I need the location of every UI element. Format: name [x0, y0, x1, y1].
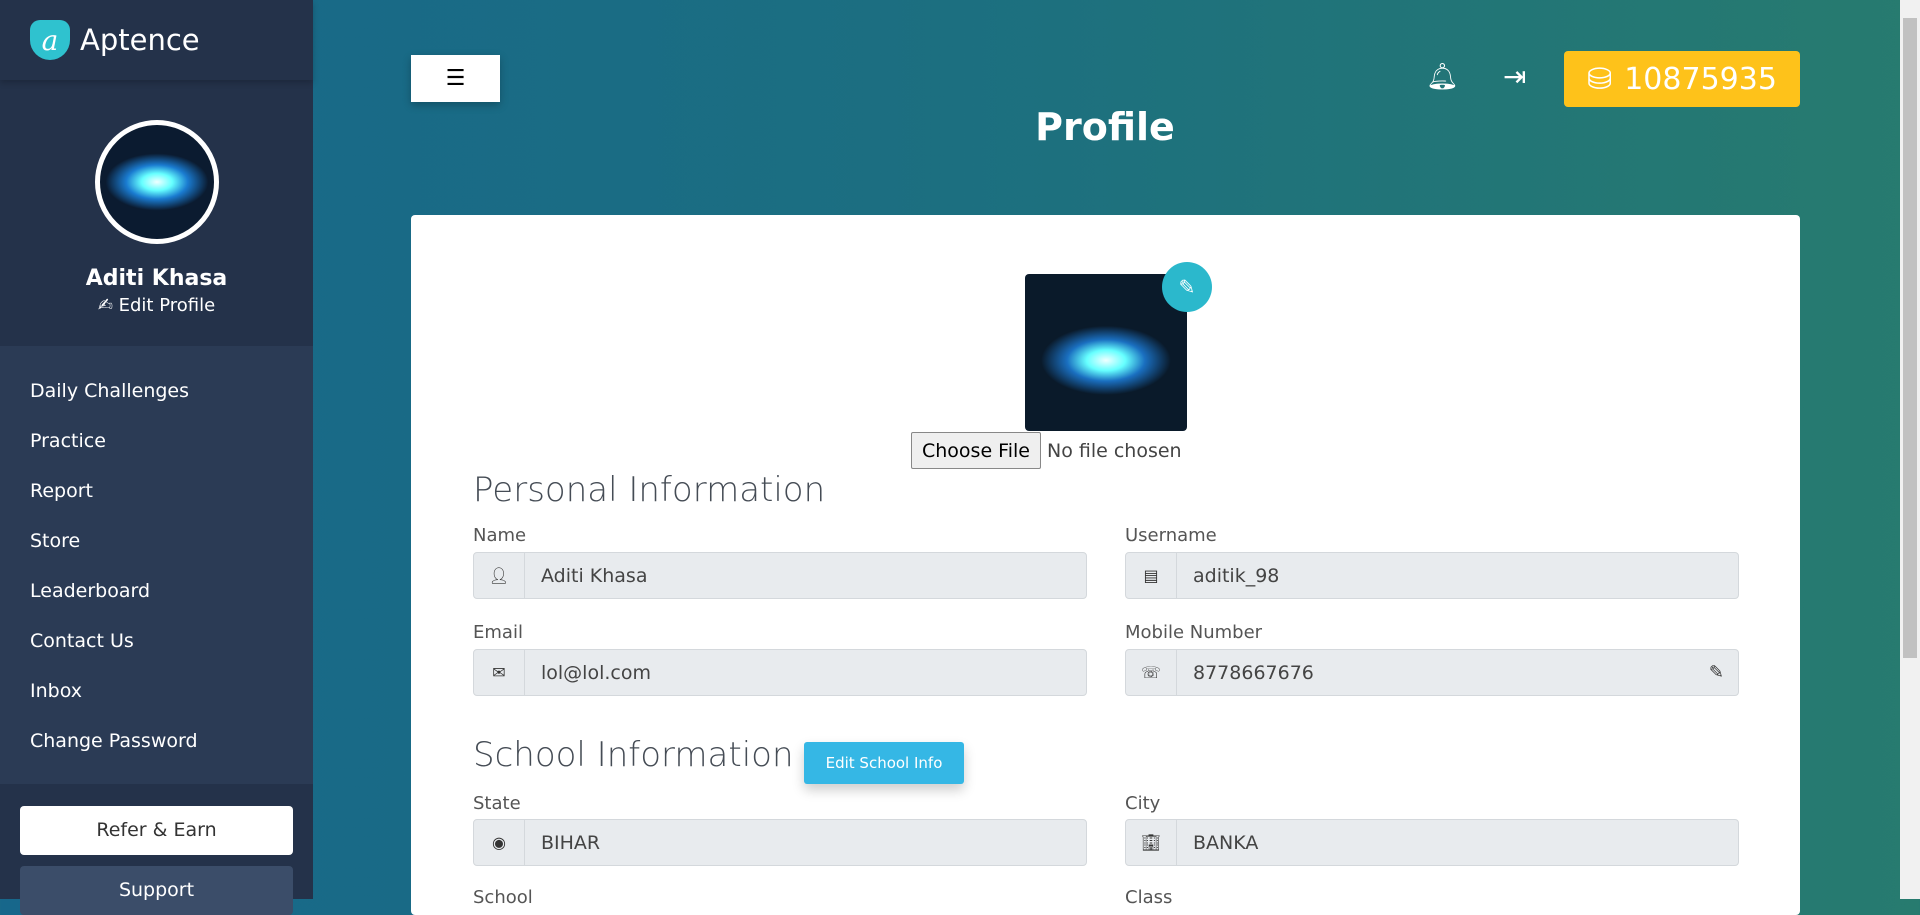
app-name: Aptence: [80, 23, 200, 57]
personal-heading: Personal Information: [473, 470, 826, 510]
file-status: No file chosen: [1046, 439, 1182, 462]
refer-earn-button[interactable]: Refer & Earn: [20, 806, 293, 855]
page-title: Profile: [1035, 105, 1175, 149]
city-field[interactable]: 🏢︎ BANKA: [1125, 819, 1739, 866]
sidebar-item-store[interactable]: Store: [0, 516, 313, 566]
school-heading: School Information: [473, 735, 794, 775]
username-value: aditik_98: [1193, 564, 1280, 587]
name-value: Aditi Khasa: [541, 564, 648, 587]
sidebar-item-report[interactable]: Report: [0, 466, 313, 516]
profile-image: [1025, 274, 1187, 431]
name-label: Name: [473, 525, 527, 546]
state-field[interactable]: ◉ BIHAR: [473, 819, 1087, 866]
name-field[interactable]: 👤︎ Aditi Khasa: [473, 552, 1087, 599]
username-label: Username: [1125, 525, 1217, 546]
email-label: Email: [473, 622, 523, 643]
logout-icon[interactable]: ⇥: [1503, 60, 1526, 93]
sidebar: a Aptence Aditi Khasa ✍ Edit Profile Dai…: [0, 0, 313, 915]
user-icon: 👤︎: [474, 553, 525, 598]
edit-profile-link[interactable]: ✍ Edit Profile: [0, 295, 313, 316]
support-button[interactable]: Support: [20, 866, 293, 915]
edit-photo-button[interactable]: ✎: [1162, 262, 1212, 312]
building-icon: 🏢︎: [1126, 820, 1177, 865]
edit-mobile-icon[interactable]: ✎: [1709, 662, 1738, 683]
sidebar-item-daily-challenges[interactable]: Daily Challenges: [0, 366, 313, 416]
coins-icon: ⛁: [1587, 61, 1613, 97]
class-label: Class: [1125, 887, 1173, 908]
edit-profile-label: Edit Profile: [118, 295, 216, 316]
mobile-value: 8778667676: [1193, 661, 1314, 684]
sidebar-profile: Aditi Khasa ✍ Edit Profile: [0, 80, 313, 346]
city-value: BANKA: [1193, 831, 1259, 854]
file-input[interactable]: Choose File No file chosen: [911, 432, 1182, 469]
compass-icon: ◉: [474, 820, 525, 865]
city-label: City: [1125, 793, 1161, 814]
bell-icon[interactable]: 🔔︎: [1426, 62, 1459, 92]
phone-icon: ☏: [1126, 650, 1177, 695]
coins-count: 10875935: [1624, 61, 1777, 97]
avatar: [94, 120, 219, 244]
id-card-icon: ▤: [1126, 553, 1177, 598]
user-name: Aditi Khasa: [85, 266, 228, 291]
coins-button[interactable]: ⛁ 10875935: [1564, 51, 1800, 107]
sidebar-item-change-password[interactable]: Change Password: [0, 716, 313, 766]
sidebar-item-leaderboard[interactable]: Leaderboard: [0, 566, 313, 616]
edit-school-info-button[interactable]: Edit School Info: [804, 742, 964, 784]
username-field[interactable]: ▤ aditik_98: [1125, 552, 1739, 599]
state-value: BIHAR: [541, 831, 601, 854]
scrollbar-thumb[interactable]: [1903, 18, 1917, 658]
state-label: State: [473, 793, 521, 814]
sidebar-item-practice[interactable]: Practice: [0, 416, 313, 466]
mobile-label: Mobile Number: [1125, 622, 1263, 643]
school-label: School: [473, 887, 533, 908]
sidebar-nav: Daily Challenges Practice Report Store L…: [0, 346, 313, 784]
envelope-icon: ✉: [474, 650, 525, 695]
aptence-logo-icon: a: [30, 20, 70, 60]
email-value: lol@lol.com: [541, 661, 651, 684]
mobile-field[interactable]: ☏ 8778667676 ✎: [1125, 649, 1739, 696]
profile-card: ✎ Choose File No file chosen Personal Inf…: [411, 215, 1800, 915]
edit-icon: ✎: [1178, 275, 1196, 299]
email-field[interactable]: ✉ lol@lol.com: [473, 649, 1087, 696]
menu-toggle-button[interactable]: ☰: [411, 55, 500, 102]
sidebar-item-contact-us[interactable]: Contact Us: [0, 616, 313, 666]
logo[interactable]: a Aptence: [0, 0, 313, 80]
menu-icon: ☰: [445, 66, 466, 91]
sidebar-item-inbox[interactable]: Inbox: [0, 666, 313, 716]
sidebar-footer: Refer & Earn Support: [0, 784, 313, 915]
scrollbar[interactable]: [1900, 0, 1920, 899]
user-edit-icon: ✍: [97, 295, 119, 316]
choose-file-button[interactable]: Choose File: [911, 432, 1041, 469]
